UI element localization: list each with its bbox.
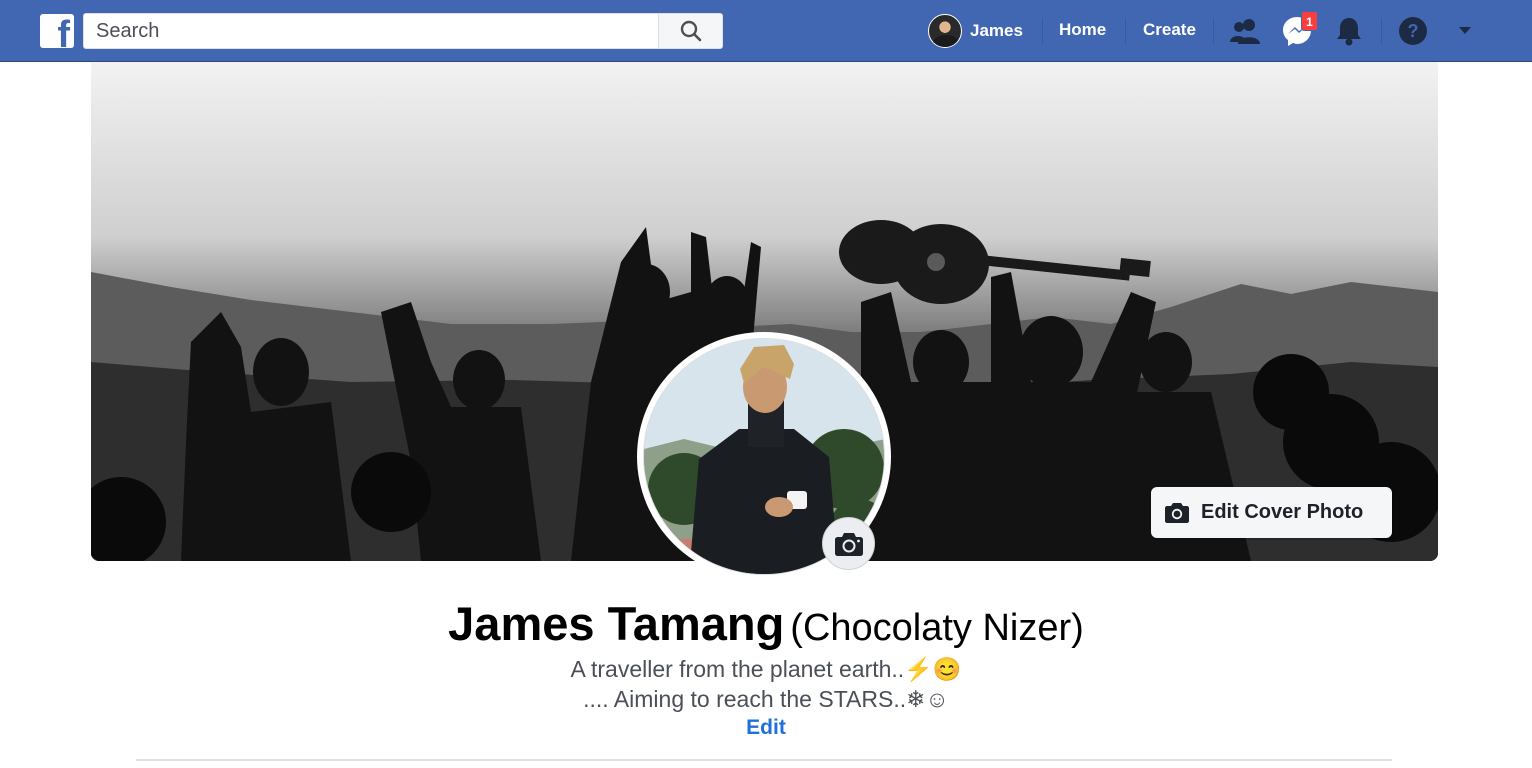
friend-requests-button[interactable] bbox=[1228, 14, 1262, 48]
search-icon bbox=[680, 20, 701, 42]
help-icon: ? bbox=[1399, 17, 1427, 45]
account-menu-button[interactable] bbox=[1448, 14, 1482, 48]
profile-full-name[interactable]: James Tamang bbox=[448, 597, 784, 650]
edit-cover-photo-label: Edit Cover Photo bbox=[1201, 501, 1364, 523]
edit-cover-photo-button[interactable]: Edit Cover Photo bbox=[1151, 487, 1392, 538]
messenger-badge: 1 bbox=[1301, 11, 1318, 31]
section-divider bbox=[136, 759, 1392, 761]
bell-icon bbox=[1337, 18, 1361, 46]
notifications-button[interactable] bbox=[1332, 14, 1366, 48]
nav-divider bbox=[1381, 18, 1382, 44]
top-navigation-bar: f James Home Create 1 bbox=[0, 0, 1532, 62]
search-input[interactable] bbox=[84, 14, 658, 48]
bio-line-1: A traveller from the planet earth..⚡😊 bbox=[570, 656, 962, 682]
nav-profile-link[interactable]: James bbox=[928, 14, 1023, 48]
nav-create-link[interactable]: Create bbox=[1143, 20, 1196, 40]
edit-bio-link[interactable]: Edit bbox=[746, 716, 786, 739]
profile-alternate-name: (Chocolaty Nizer) bbox=[790, 607, 1084, 649]
search-box bbox=[83, 13, 723, 49]
nav-divider bbox=[1213, 18, 1214, 44]
bio-line-2: .... Aiming to reach the STARS..❄☺ bbox=[583, 686, 949, 712]
camera-icon bbox=[1165, 503, 1189, 523]
friends-icon bbox=[1230, 19, 1260, 44]
search-button[interactable] bbox=[658, 14, 722, 48]
avatar bbox=[928, 14, 962, 48]
nav-home-link[interactable]: Home bbox=[1059, 20, 1106, 40]
caret-down-icon bbox=[1459, 27, 1471, 34]
nav-user-name: James bbox=[970, 21, 1023, 40]
facebook-logo[interactable]: f bbox=[40, 14, 74, 48]
update-profile-picture-button[interactable] bbox=[822, 517, 875, 570]
bio-edit: Edit bbox=[0, 716, 1532, 740]
camera-icon bbox=[834, 532, 863, 556]
svg-text:?: ? bbox=[1408, 21, 1419, 41]
help-button[interactable]: ? bbox=[1396, 14, 1430, 48]
nav-divider bbox=[1042, 18, 1043, 44]
facebook-logo-letter: f bbox=[57, 14, 70, 48]
profile-name: James Tamang (Chocolaty Nizer) bbox=[0, 596, 1532, 651]
nav-divider bbox=[1125, 18, 1126, 44]
